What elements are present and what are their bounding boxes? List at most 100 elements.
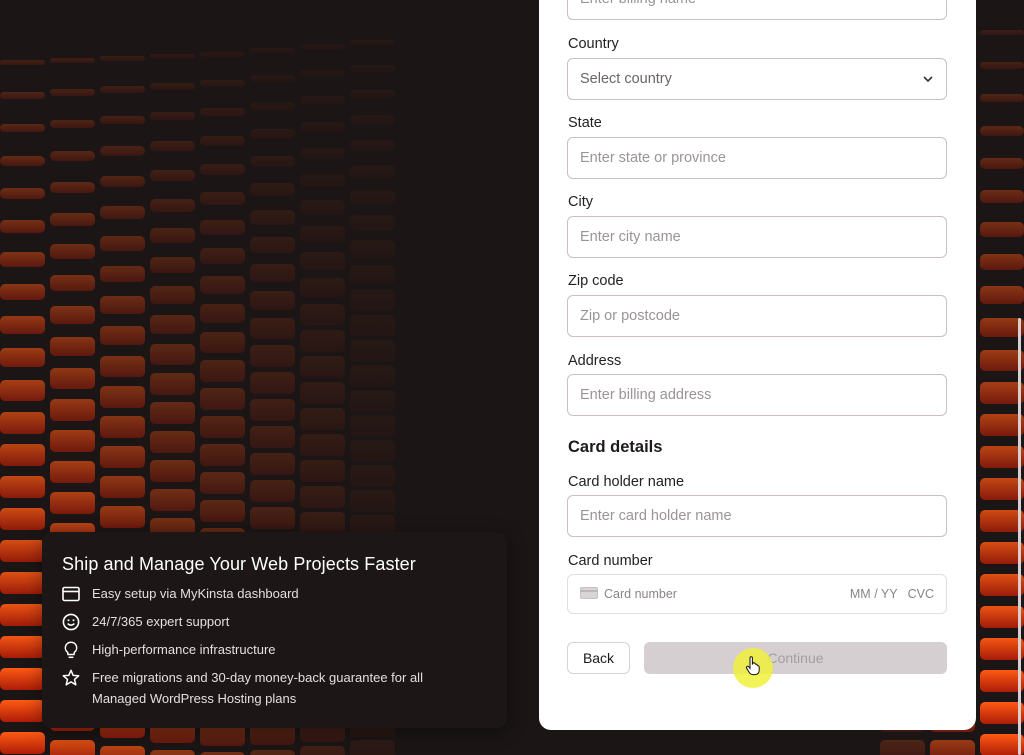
card-cvc-placeholder[interactable]: CVC	[908, 587, 934, 601]
mouse-cursor-highlight	[733, 648, 773, 688]
background-bar	[50, 306, 95, 324]
background-bar	[200, 416, 245, 438]
lightbulb-icon	[62, 641, 80, 659]
background-bar	[200, 360, 245, 382]
background-bar	[150, 431, 195, 453]
smiley-icon	[62, 613, 80, 631]
card-expiry-placeholder[interactable]: MM / YY	[850, 587, 898, 601]
feature-text: Free migrations and 30-day money-back gu…	[92, 670, 423, 706]
background-bar	[100, 146, 145, 156]
background-bar	[100, 446, 145, 468]
background-bar	[0, 668, 45, 690]
background-bar	[100, 476, 145, 498]
background-bar	[150, 489, 195, 511]
background-bar	[200, 108, 245, 117]
background-bar	[300, 434, 345, 456]
background-bar	[350, 315, 395, 337]
background-bar	[300, 226, 345, 243]
back-button[interactable]: Back	[567, 642, 630, 674]
background-bar	[100, 266, 145, 283]
background-bar	[150, 750, 195, 755]
background-bar	[150, 112, 195, 121]
background-bar	[350, 265, 395, 285]
card-number-label: Card number	[568, 553, 653, 569]
background-bar	[0, 252, 45, 267]
background-bar	[200, 304, 245, 324]
city-input[interactable]	[567, 216, 947, 258]
background-bar	[250, 426, 295, 448]
country-select[interactable]: Select country	[567, 58, 947, 100]
background-bar	[100, 296, 145, 314]
background-bar	[350, 165, 395, 178]
background-bar	[150, 257, 195, 274]
background-bar	[0, 380, 45, 401]
background-bar	[0, 124, 45, 133]
background-bar	[100, 356, 145, 377]
background-bar	[350, 340, 395, 362]
background-bar	[980, 254, 1024, 271]
background-bar	[300, 96, 345, 105]
city-label: City	[568, 194, 593, 210]
background-bar	[0, 604, 45, 626]
background-bar	[150, 141, 195, 151]
background-bar	[100, 86, 145, 93]
credit-card-icon	[580, 586, 598, 602]
background-bar	[100, 386, 145, 408]
background-bar	[250, 102, 295, 111]
background-bar-column	[0, 0, 45, 755]
background-bar	[200, 52, 245, 57]
feature-item: 24/7/365 expert support	[62, 611, 487, 632]
features-card: Ship and Manage Your Web Projects Faster…	[42, 532, 507, 728]
zip-label: Zip code	[568, 273, 624, 289]
background-bar	[50, 182, 95, 194]
background-bar	[300, 382, 345, 404]
background-bar	[250, 291, 295, 311]
background-bar	[350, 290, 395, 311]
background-bar	[0, 348, 45, 368]
background-bar	[50, 213, 95, 226]
background-bar	[200, 276, 245, 294]
scrollbar[interactable]	[1018, 318, 1021, 755]
address-input[interactable]	[567, 374, 947, 416]
background-bar	[350, 365, 395, 387]
background-bar	[150, 54, 195, 59]
background-bar	[0, 732, 45, 754]
continue-button[interactable]: Continue	[644, 642, 947, 674]
background-bar	[930, 740, 975, 755]
billing-name-input[interactable]	[567, 0, 947, 20]
background-bar	[50, 89, 95, 96]
state-input[interactable]	[567, 137, 947, 179]
feature-item: High-performance infrastructure	[62, 639, 487, 660]
background-bar	[0, 92, 45, 99]
background-bar	[200, 472, 245, 494]
zip-input[interactable]	[567, 295, 947, 337]
background-bar	[250, 318, 295, 339]
background-bar	[250, 237, 295, 254]
background-bar	[350, 240, 395, 258]
background-bar	[200, 164, 245, 176]
background-bar	[0, 572, 45, 594]
background-bar	[50, 492, 95, 514]
background-bar	[300, 460, 345, 482]
card-holder-label: Card holder name	[568, 474, 685, 490]
card-number-input[interactable]	[604, 587, 804, 601]
card-number-field[interactable]: MM / YY CVC	[567, 574, 947, 614]
card-holder-input[interactable]	[567, 495, 947, 537]
background-bar	[300, 408, 345, 430]
background-bar	[50, 275, 95, 292]
background-bar	[100, 416, 145, 438]
background-bar	[0, 60, 45, 65]
background-bar	[350, 115, 395, 125]
background-bar	[350, 190, 395, 205]
background-bar	[350, 215, 395, 232]
background-bar	[300, 148, 345, 160]
background-bar	[100, 326, 145, 346]
background-bar	[150, 402, 195, 424]
background-bar	[250, 399, 295, 421]
background-bar	[250, 480, 295, 502]
background-bar	[150, 286, 195, 304]
star-icon	[62, 669, 80, 687]
background-bar	[250, 345, 295, 367]
background-bar	[300, 122, 345, 132]
background-bar	[0, 316, 45, 334]
